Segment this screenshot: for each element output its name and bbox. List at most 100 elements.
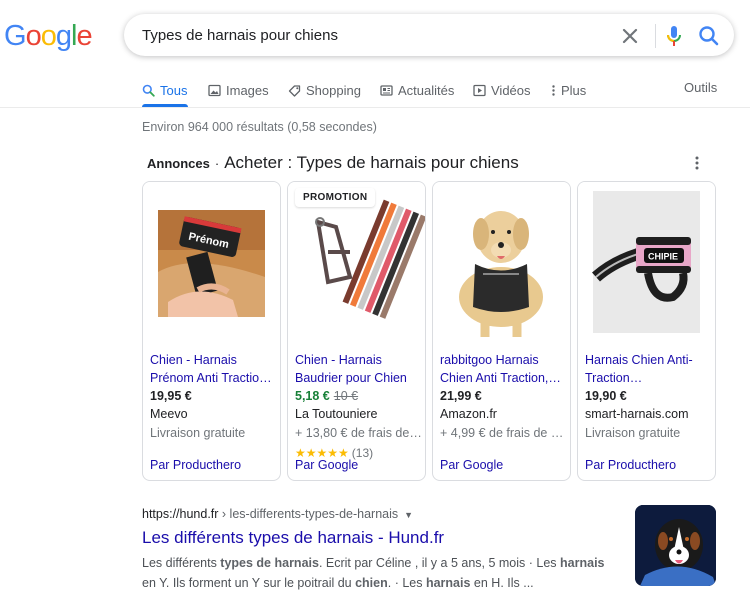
ads-label: Annonces — [147, 156, 210, 171]
snippet-highlight: harnais — [560, 556, 605, 570]
snippet-text: en Y. Ils forment un Y sur le poitrail d… — [142, 576, 356, 590]
ads-title: Acheter : Types de harnais pour chiens — [224, 153, 519, 172]
snippet-text: Les différents — [142, 556, 221, 570]
product-title-line: Chien Anti Traction,… — [440, 371, 561, 385]
product-title[interactable]: Chien - Harnais Baudrier pour Chien — [295, 351, 423, 387]
ads-separator: · — [214, 156, 220, 171]
product-shipping: Livraison gratuite — [150, 426, 246, 440]
product-title-line: Traction… — [585, 371, 643, 385]
sale-price: 5,18 € — [295, 389, 330, 403]
snippet-text: en H. Ils ... — [470, 576, 534, 590]
snippet-highlight: types de harnais — [220, 556, 319, 570]
more-vert-icon — [552, 84, 555, 96]
product-title-line: rabbitgoo Harnais — [440, 353, 539, 367]
product-info: Harnais Chien Anti- Traction… 19,90 € sma… — [585, 351, 713, 444]
tab-label: Shopping — [306, 82, 361, 98]
product-title-line: Harnais Chien Anti- — [585, 353, 693, 367]
ads-options-button[interactable] — [690, 154, 704, 172]
snippet-highlight: chien — [355, 576, 388, 590]
tab-news[interactable]: Actualités — [380, 80, 454, 100]
logo-letter: o — [25, 20, 42, 52]
product-shipping: + 4,99 € de frais de port — [440, 426, 568, 440]
ad-provider-link[interactable]: Par Producthero — [150, 458, 241, 472]
product-info: Chien - Harnais Baudrier pour Chien 5,18 … — [295, 351, 423, 461]
result-thumbnail[interactable] — [635, 505, 716, 586]
product-image[interactable]: Prénom — [143, 182, 280, 343]
tab-label: Tous — [160, 82, 188, 98]
product-title[interactable]: Harnais Chien Anti- Traction… — [585, 351, 713, 387]
result-title[interactable]: Les différents types de harnais - Hund.f… — [142, 528, 444, 548]
result-breadcrumb: › les-differents-types-de-harnais — [218, 507, 399, 521]
product-title-line: Baudrier pour Chien — [295, 371, 407, 385]
product-image[interactable]: CHIPIE — [578, 182, 715, 343]
product-image[interactable]: PROMOTION — [288, 182, 425, 343]
snippet-highlight: harnais — [425, 576, 471, 590]
product-title-line: Chien - Harnais — [150, 353, 237, 367]
google-logo[interactable]: Google — [4, 20, 93, 53]
product-shipping: Livraison gratuite — [585, 426, 681, 440]
product-seller: smart-harnais.com — [585, 407, 689, 421]
ads-heading: Annonces · Acheter : Types de harnais po… — [147, 153, 519, 173]
product-info: rabbitgoo Harnais Chien Anti Traction,… 2… — [440, 351, 568, 444]
tab-all[interactable]: Tous — [142, 80, 187, 100]
product-title[interactable]: Chien - Harnais Prénom Anti Traction… — [150, 351, 278, 387]
tab-videos[interactable]: Vidéos — [473, 80, 531, 100]
search-icon — [142, 84, 155, 97]
header-divider — [0, 107, 750, 108]
logo-letter: o — [40, 20, 57, 52]
product-seller: La Toutouniere — [295, 407, 378, 421]
microphone-icon — [667, 26, 681, 46]
play-icon — [473, 84, 486, 96]
product-card[interactable]: CHIPIE Harnais Chien Anti- Traction… 19,9… — [577, 181, 716, 481]
ad-provider-link[interactable]: Par Producthero — [585, 458, 676, 472]
product-price: 21,99 € — [440, 389, 482, 403]
results-count: Environ 964 000 résultats (0,58 secondes… — [142, 120, 377, 134]
logo-letter: g — [55, 20, 72, 52]
image-icon — [208, 84, 221, 96]
result-domain: https://hund.fr — [142, 507, 219, 521]
result-snippet: Les différents types de harnais. Ecrit p… — [142, 553, 620, 593]
tab-label: Plus — [561, 82, 587, 98]
search-icon — [699, 26, 719, 46]
snippet-text: . Ecrit par Céline , il y a 5 ans, 5 moi… — [318, 556, 561, 570]
product-card[interactable]: rabbitgoo Harnais Chien Anti Traction,… 2… — [432, 181, 571, 481]
product-seller: Meevo — [150, 407, 188, 421]
product-price: 5,18 €10 € — [295, 389, 423, 406]
product-title[interactable]: rabbitgoo Harnais Chien Anti Traction,… — [440, 351, 568, 387]
close-icon — [622, 28, 638, 44]
search-divider — [655, 24, 656, 48]
tab-more[interactable]: Plus — [551, 80, 586, 100]
result-url[interactable]: https://hund.fr › les-differents-types-d… — [142, 507, 413, 521]
voice-search-button[interactable] — [662, 23, 686, 49]
product-title-line: Prénom Anti Traction… — [150, 371, 278, 385]
ad-provider-link[interactable]: Par Google — [440, 458, 503, 472]
product-seller: Amazon.fr — [440, 407, 497, 421]
promotion-badge: PROMOTION — [295, 188, 376, 207]
news-icon — [380, 84, 393, 96]
search-box — [124, 14, 734, 56]
search-input[interactable] — [142, 14, 602, 56]
product-price: 19,90 € — [585, 389, 627, 403]
product-image[interactable] — [433, 182, 570, 343]
product-info: Chien - Harnais Prénom Anti Traction… 19,… — [150, 351, 278, 444]
harness-name-tag: CHIPIE — [648, 252, 678, 262]
product-shipping: + 13,80 € de frais de port — [295, 426, 423, 440]
logo-letter: G — [4, 20, 27, 52]
clear-search-button[interactable] — [618, 24, 642, 48]
more-vert-icon — [695, 156, 699, 170]
original-price: 10 € — [333, 389, 359, 403]
tools-button[interactable]: Outils — [684, 80, 717, 95]
product-card[interactable]: PROMOTION Chien - Harnais Baudrier pour C… — [287, 181, 426, 481]
search-button[interactable] — [696, 23, 722, 49]
product-price: 19,95 € — [150, 389, 192, 403]
tab-label: Images — [226, 82, 269, 98]
ad-provider-link[interactable]: Par Google — [295, 458, 358, 472]
tab-shopping[interactable]: Shopping — [288, 80, 361, 100]
tab-images[interactable]: Images — [208, 80, 269, 100]
product-card[interactable]: Prénom Chien - Harnais Prénom Anti Tracti… — [142, 181, 281, 481]
product-title-line: Chien - Harnais — [295, 353, 382, 367]
tab-label: Actualités — [398, 82, 455, 98]
tag-icon — [288, 84, 301, 97]
logo-letter: e — [76, 20, 92, 52]
chevron-down-icon[interactable]: ▼ — [404, 510, 413, 520]
